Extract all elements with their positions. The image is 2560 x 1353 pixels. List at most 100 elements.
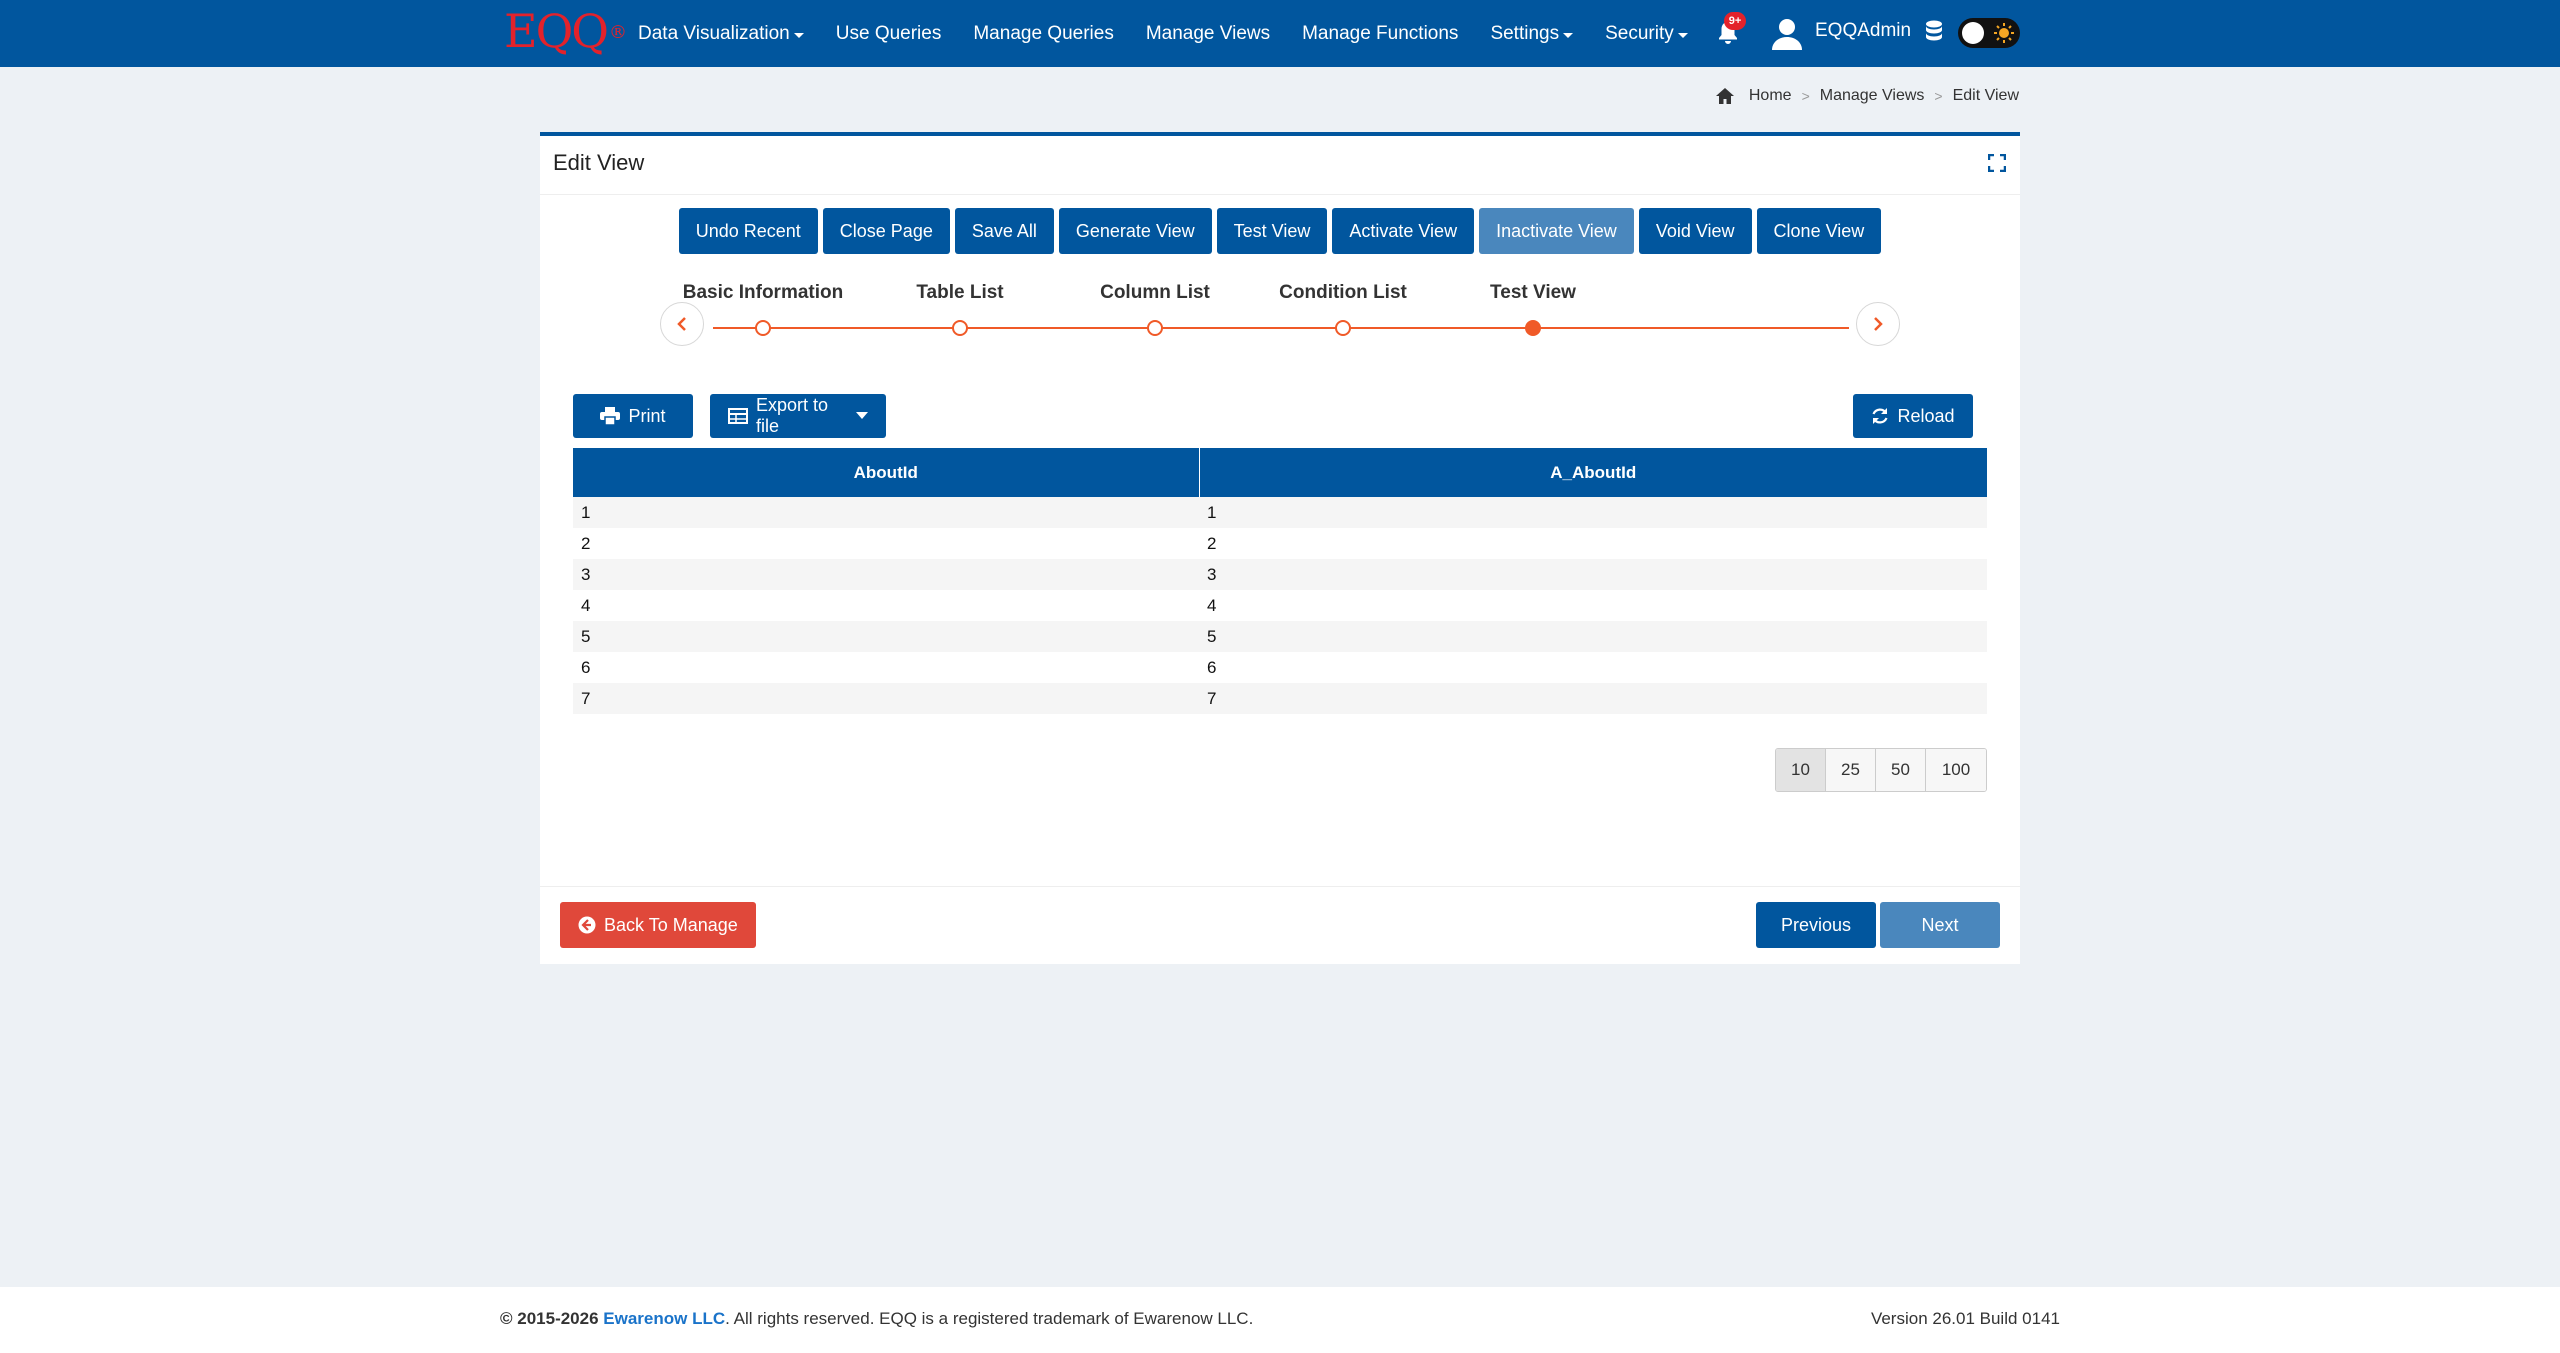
step-label-table-list[interactable]: Table List: [916, 282, 1003, 304]
chevron-left-icon: [677, 317, 686, 331]
nav-item-label: Manage Queries: [973, 22, 1114, 44]
nav-item-manage-views[interactable]: Manage Views: [1130, 0, 1286, 67]
breadcrumb-current: Edit View: [1952, 87, 2019, 104]
table-cell: 6: [573, 652, 1199, 683]
card-divider: [540, 194, 2020, 195]
undo-recent-button[interactable]: Undo Recent: [678, 208, 818, 254]
table-row[interactable]: 55: [573, 621, 1987, 652]
page-footer: © 2015-2026 Ewarenow LLC. All rights res…: [0, 1287, 2560, 1353]
generate-view-button[interactable]: Generate View: [1058, 208, 1212, 254]
print-button[interactable]: Print: [573, 394, 693, 438]
theme-toggle[interactable]: [1958, 18, 2020, 48]
user-avatar-icon[interactable]: [1770, 16, 1804, 52]
step-dot-test-view[interactable]: [1525, 320, 1541, 336]
breadcrumb-home[interactable]: Home: [1749, 87, 1792, 105]
nav-item-manage-functions[interactable]: Manage Functions: [1286, 0, 1474, 67]
reload-button[interactable]: Reload: [1853, 394, 1973, 438]
home-icon: [1715, 88, 1734, 104]
void-view-button[interactable]: Void View: [1638, 208, 1752, 254]
table-cell: 1: [573, 497, 1199, 528]
step-label-condition-list[interactable]: Condition List: [1279, 282, 1407, 304]
table-cell: 4: [573, 590, 1199, 621]
column-header-a-aboutid[interactable]: A_AboutId: [1199, 448, 1987, 497]
view-toolbar: Undo Recent Close Page Save All Generate Vi…: [540, 208, 2020, 254]
table-cell: 5: [1199, 621, 1987, 652]
nav-item-label: Manage Functions: [1302, 22, 1459, 44]
step-dot-table-list[interactable]: [952, 320, 968, 336]
table-cell: 3: [573, 559, 1199, 590]
export-label: Export to file: [756, 395, 829, 436]
step-dot-column-list[interactable]: [1147, 320, 1163, 336]
table-row[interactable]: 44: [573, 590, 1987, 621]
table-cell: 2: [1199, 528, 1987, 559]
nav-item-manage-queries[interactable]: Manage Queries: [957, 0, 1129, 67]
stepper-track: [713, 327, 1849, 329]
inactivate-view-button[interactable]: Inactivate View: [1479, 208, 1634, 254]
step-label-test-view[interactable]: Test View: [1490, 282, 1576, 304]
nav-item-label: Settings: [1490, 22, 1560, 44]
close-page-button[interactable]: Close Page: [822, 208, 950, 254]
table-cell: 7: [573, 683, 1199, 714]
database-icon[interactable]: [1925, 20, 1943, 44]
top-navbar: EQQ ® Data Visualization Use Queries Manage…: [0, 0, 2560, 67]
breadcrumb-manage-views[interactable]: Manage Views: [1820, 87, 1925, 105]
stepper-prev-button[interactable]: [660, 302, 704, 346]
table-cell: 5: [573, 621, 1199, 652]
copyright-text: © 2015-2026 Ewarenow LLC. All rights res…: [500, 1309, 1254, 1328]
table-cell: 7: [1199, 683, 1987, 714]
page-size-25[interactable]: 25: [1826, 749, 1876, 791]
export-dropdown-button[interactable]: Export to file: [710, 394, 886, 438]
fullscreen-icon[interactable]: [1988, 154, 2006, 172]
table-row[interactable]: 77: [573, 683, 1987, 714]
clone-view-button[interactable]: Clone View: [1756, 208, 1882, 254]
notification-badge: 9+: [1724, 12, 1746, 30]
table-row[interactable]: 11: [573, 497, 1987, 528]
previous-button[interactable]: Previous: [1756, 902, 1876, 948]
caret-down-icon: [856, 412, 868, 419]
table-cell: 2: [573, 528, 1199, 559]
nav-item-settings[interactable]: Settings: [1474, 0, 1589, 67]
print-label: Print: [628, 405, 666, 426]
refresh-icon: [1872, 408, 1888, 424]
test-view-button[interactable]: Test View: [1216, 208, 1328, 254]
page-size-50[interactable]: 50: [1876, 749, 1926, 791]
caret-down-icon: [1677, 32, 1688, 38]
user-name[interactable]: EQQAdmin: [1815, 20, 1911, 42]
reload-label: Reload: [1897, 405, 1955, 426]
breadcrumb-separator: >: [1801, 88, 1810, 104]
next-button[interactable]: Next: [1880, 902, 2000, 948]
table-row[interactable]: 33: [573, 559, 1987, 590]
page-size-100[interactable]: 100: [1926, 749, 1986, 791]
edit-view-card: Edit View Undo Recent Close Page Save All G…: [540, 132, 2020, 964]
step-label-basic-information[interactable]: Basic Information: [683, 282, 843, 304]
nav-item-data-visualization[interactable]: Data Visualization: [622, 0, 820, 67]
breadcrumb: Home > Manage Views > Edit View: [1715, 87, 2019, 105]
table-row[interactable]: 66: [573, 652, 1987, 683]
activate-view-button[interactable]: Activate View: [1332, 208, 1475, 254]
arrow-circle-left-icon: [578, 916, 596, 934]
step-dot-condition-list[interactable]: [1335, 320, 1351, 336]
chevron-right-icon: [1874, 317, 1883, 331]
nav-item-security[interactable]: Security: [1589, 0, 1704, 67]
table-cell: 6: [1199, 652, 1987, 683]
caret-down-icon: [793, 32, 804, 38]
nav-item-use-queries[interactable]: Use Queries: [820, 0, 958, 67]
breadcrumb-separator: >: [1934, 88, 1943, 104]
company-link[interactable]: Ewarenow LLC: [603, 1309, 725, 1328]
page-title: Edit View: [553, 150, 645, 175]
toggle-knob: [1962, 22, 1984, 44]
table-row[interactable]: 22: [573, 528, 1987, 559]
page-size-10[interactable]: 10: [1776, 749, 1826, 791]
step-label-column-list[interactable]: Column List: [1100, 282, 1210, 304]
nav-item-label: Security: [1605, 22, 1674, 44]
app-logo[interactable]: EQQ ®: [504, 4, 627, 58]
table-cell: 3: [1199, 559, 1987, 590]
column-header-aboutid[interactable]: AboutId: [573, 448, 1200, 497]
back-to-manage-button[interactable]: Back To Manage: [560, 902, 756, 948]
stepper-next-button[interactable]: [1856, 302, 1900, 346]
save-all-button[interactable]: Save All: [954, 208, 1054, 254]
table-icon: [728, 408, 748, 424]
back-label: Back To Manage: [604, 914, 738, 935]
result-grid: AboutId A_AboutId 11223344556677: [573, 448, 1987, 714]
step-dot-basic-information[interactable]: [755, 320, 771, 336]
